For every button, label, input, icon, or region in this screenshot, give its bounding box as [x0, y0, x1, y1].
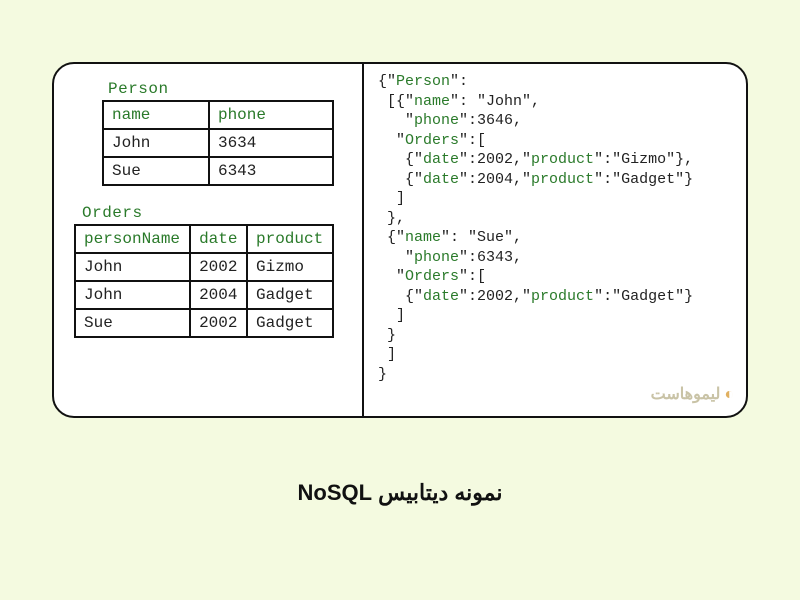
json-document-pane: {"Person": [{"name": "John", "phone":364… [362, 64, 748, 416]
lemon-icon: ◐ [724, 386, 734, 403]
table-row: John 2004 Gadget [75, 281, 333, 309]
table-row: Sue 6343 [103, 157, 333, 185]
cell: John [75, 281, 190, 309]
cell: John [103, 129, 209, 157]
cell: 6343 [209, 157, 333, 185]
cell: 3634 [209, 129, 333, 157]
table-header-row: personName date product [75, 225, 333, 253]
col-phone: phone [209, 101, 333, 129]
cell: Sue [75, 309, 190, 337]
col-date: date [190, 225, 247, 253]
cell: Gadget [247, 281, 333, 309]
watermark-text: لیموهاست [651, 386, 721, 403]
cell: Gizmo [247, 253, 333, 281]
json-code: {"Person": [{"name": "John", "phone":364… [378, 72, 740, 384]
cell: 2002 [190, 309, 247, 337]
table-row: Sue 2002 Gadget [75, 309, 333, 337]
diagram-card: Person name phone John 3634 Sue 6343 Ord… [52, 62, 748, 418]
orders-table: personName date product John 2002 Gizmo … [74, 224, 334, 338]
col-name: name [103, 101, 209, 129]
cell: 2002 [190, 253, 247, 281]
orders-table-title: Orders [82, 204, 352, 222]
relational-tables-pane: Person name phone John 3634 Sue 6343 Ord… [54, 64, 362, 416]
table-header-row: name phone [103, 101, 333, 129]
person-table: name phone John 3634 Sue 6343 [102, 100, 334, 186]
cell: Gadget [247, 309, 333, 337]
table-row: John 3634 [103, 129, 333, 157]
table-row: John 2002 Gizmo [75, 253, 333, 281]
col-product: product [247, 225, 333, 253]
cell: Sue [103, 157, 209, 185]
caption: نمونه دیتابیس NoSQL [0, 480, 800, 506]
person-table-title: Person [108, 80, 352, 98]
watermark: ◐لیموهاست [651, 384, 734, 404]
cell: 2004 [190, 281, 247, 309]
col-personname: personName [75, 225, 190, 253]
cell: John [75, 253, 190, 281]
